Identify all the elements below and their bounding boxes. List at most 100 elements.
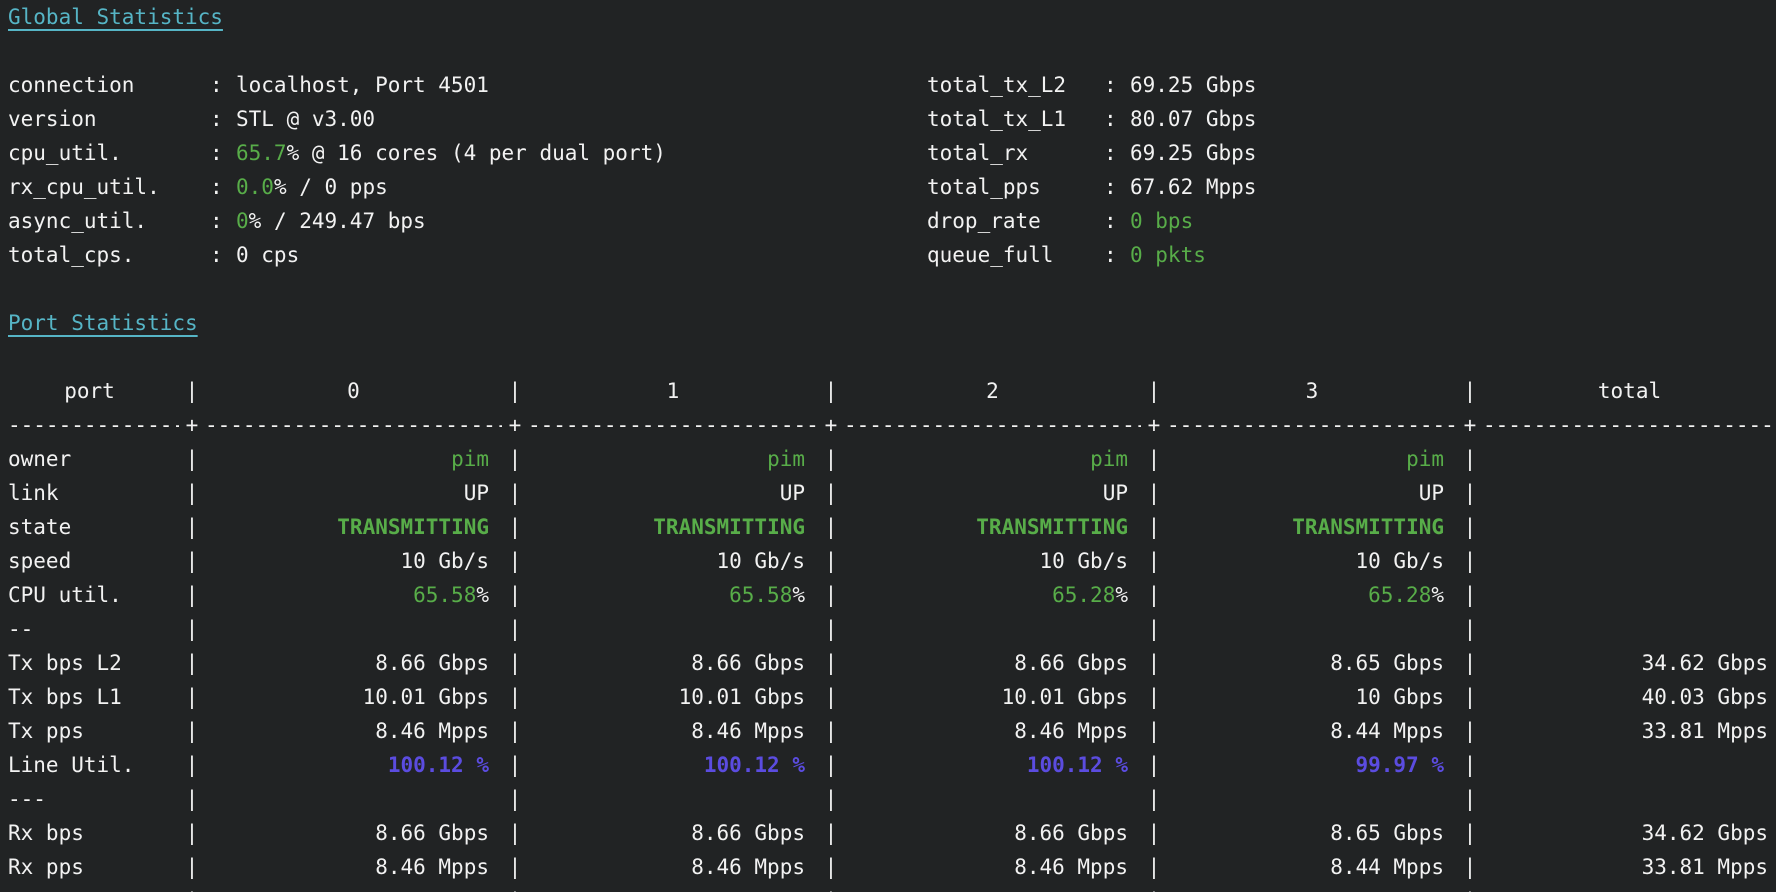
cell-value: UP bbox=[1418, 481, 1444, 505]
stat-colon: : bbox=[1104, 243, 1130, 267]
cell-value bbox=[205, 884, 502, 892]
row-label: Tx pps bbox=[8, 719, 84, 743]
cell-value bbox=[528, 884, 818, 892]
column-separator: + bbox=[1147, 413, 1161, 437]
stat-label: cpu_util. bbox=[8, 141, 122, 165]
port-statistics-table: ------------------+---------------------… bbox=[0, 408, 1776, 884]
column-header-1: 1 bbox=[666, 379, 680, 403]
stat-label: queue_full bbox=[927, 243, 1054, 267]
cell-value: pim bbox=[1090, 447, 1128, 471]
cell-value: 10 Gb/s bbox=[716, 549, 805, 573]
stat-label: total_tx_L2 bbox=[927, 73, 1067, 97]
table-row-partial: | | | | | bbox=[0, 884, 1776, 892]
stat-label: total_rx bbox=[927, 141, 1029, 165]
table-row: CPU util. | 65.58% | 65.58% | 65.28% | 65.28% | bbox=[0, 578, 1776, 612]
column-separator: | bbox=[185, 651, 199, 675]
column-separator: | bbox=[824, 787, 838, 811]
column-separator: | bbox=[508, 481, 522, 505]
cell-part: 65.28 bbox=[1052, 583, 1116, 607]
column-separator: | bbox=[185, 617, 199, 641]
cell-value bbox=[528, 612, 818, 646]
column-header-port: port bbox=[64, 379, 115, 403]
cell-value: 40.03 Gbps bbox=[1641, 685, 1768, 709]
row-label: state bbox=[8, 515, 72, 539]
stat-value-text: 0 pkts bbox=[1130, 243, 1206, 267]
cell-value bbox=[1483, 612, 1776, 646]
cell-value: 8.46 Mpps bbox=[375, 719, 489, 743]
row-label: speed bbox=[8, 549, 72, 573]
row-label: Line Util. bbox=[8, 753, 135, 777]
stat-value: STL @ v3.00 bbox=[236, 102, 919, 136]
column-separator: | bbox=[179, 884, 205, 892]
row-label: link bbox=[8, 481, 59, 505]
stat-value-text: % / 249.47 bps bbox=[248, 209, 426, 233]
column-separator: | bbox=[508, 821, 522, 845]
column-separator: | bbox=[185, 379, 199, 403]
column-separator: | bbox=[502, 884, 528, 892]
stat-value: 67.62 Mpps bbox=[1130, 170, 1776, 204]
cell-value bbox=[1483, 782, 1776, 816]
column-separator: | bbox=[824, 821, 838, 845]
column-separator: | bbox=[508, 515, 522, 539]
column-separator: | bbox=[1147, 481, 1161, 505]
stat-value-text: % / 0 pps bbox=[273, 175, 388, 199]
stat-label: connection bbox=[8, 73, 135, 97]
stat-label: total_cps. bbox=[8, 243, 135, 267]
cell-value: 65.58% bbox=[528, 578, 818, 612]
cell-value: 65.28% bbox=[844, 578, 1141, 612]
cell-value: 8.66 Gbps bbox=[1014, 651, 1128, 675]
column-separator: | bbox=[824, 617, 838, 641]
column-separator: | bbox=[1147, 651, 1161, 675]
column-separator: | bbox=[508, 447, 522, 471]
global-stat-row: async_util.: 0% / 249.47 bps drop_rate: 0… bbox=[0, 204, 1776, 238]
column-separator: | bbox=[1463, 583, 1477, 607]
cell-value: TRANSMITTING bbox=[337, 515, 489, 539]
stat-value-highlight: 65.7 bbox=[236, 141, 287, 165]
table-row: ------------------+---------------------… bbox=[0, 408, 1776, 442]
stat-value: 0 cps bbox=[236, 238, 919, 272]
cell-value: 99.97 % bbox=[1355, 753, 1444, 777]
column-separator: | bbox=[508, 787, 522, 811]
cell-value: 65.58% bbox=[205, 578, 502, 612]
column-separator: | bbox=[1147, 515, 1161, 539]
cell-value: 8.66 Gbps bbox=[1014, 821, 1128, 845]
stat-label: async_util. bbox=[8, 209, 148, 233]
table-row: state | TRANSMITTING | TRANSMITTING | TRANSMIT… bbox=[0, 510, 1776, 544]
column-separator: | bbox=[185, 753, 199, 777]
cell-value: 10.01 Gbps bbox=[678, 685, 805, 709]
column-separator: | bbox=[824, 447, 838, 471]
column-separator: | bbox=[824, 753, 838, 777]
table-row: -- | | | | | bbox=[0, 612, 1776, 646]
cell-value bbox=[1483, 884, 1776, 892]
column-separator: | bbox=[1463, 617, 1477, 641]
column-separator: | bbox=[1147, 617, 1161, 641]
column-separator: | bbox=[508, 685, 522, 709]
port-statistics-section-header: Port Statistics bbox=[0, 306, 1776, 340]
cell-value: UP bbox=[779, 481, 805, 505]
row-label: ------------------ bbox=[8, 413, 179, 437]
row-label: -- bbox=[8, 617, 34, 641]
column-separator: | bbox=[1147, 821, 1161, 845]
cell-part: 65.58 bbox=[729, 583, 793, 607]
stat-colon: : bbox=[210, 209, 236, 233]
column-separator: | bbox=[1463, 379, 1477, 403]
cell-value: 100.12 % bbox=[1026, 753, 1128, 777]
stat-colon: : bbox=[210, 73, 236, 97]
cell-value: 10 Gb/s bbox=[1039, 549, 1128, 573]
column-separator: | bbox=[1141, 884, 1167, 892]
column-separator: | bbox=[824, 481, 838, 505]
stat-value-text: 69.25 Gbps bbox=[1130, 73, 1257, 97]
column-header-total: total bbox=[1597, 379, 1662, 403]
column-separator: | bbox=[508, 379, 522, 403]
stat-value-text: % @ 16 cores (4 per dual port) bbox=[286, 141, 666, 165]
column-separator: | bbox=[185, 719, 199, 743]
column-separator: | bbox=[1463, 481, 1477, 505]
cell-value: 34.62 Gbps bbox=[1641, 651, 1768, 675]
stat-value-text: 67.62 Mpps bbox=[1130, 175, 1257, 199]
column-separator: | bbox=[1463, 855, 1477, 879]
cell-value bbox=[1167, 612, 1457, 646]
table-header-row: port | 0 | 1 | 2 | 3 | total bbox=[0, 374, 1776, 408]
cell-value bbox=[1483, 748, 1776, 782]
cell-value bbox=[205, 612, 502, 646]
